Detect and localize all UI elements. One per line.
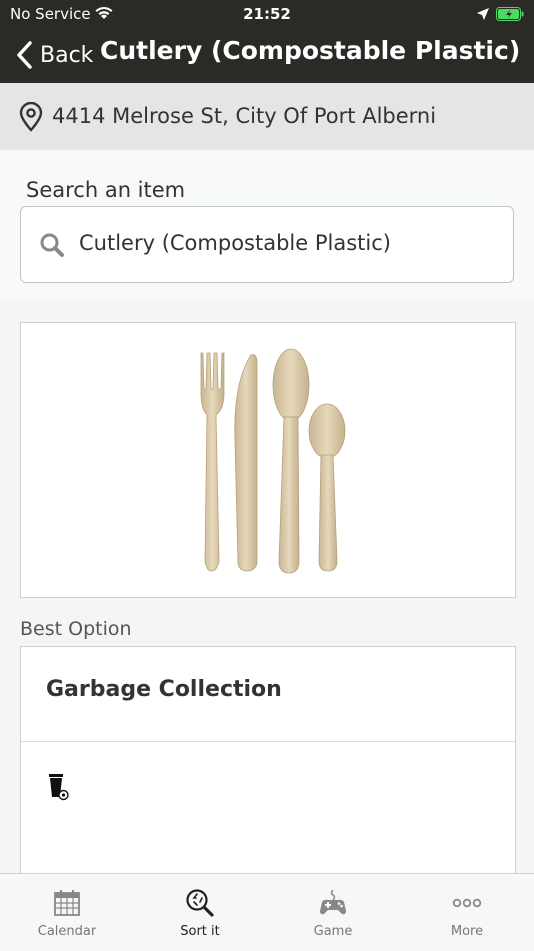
tab-game-label: Game (313, 924, 353, 939)
navigation-bar: Back Cutlery (Compostable Plastic) (0, 28, 534, 83)
fork-graphic (200, 352, 225, 572)
search-icon (40, 233, 64, 257)
address-text: 4414 Melrose St, City Of Port Alberni (52, 104, 437, 128)
tab-sort-it[interactable]: Sort it (133, 874, 267, 951)
battery-icon (496, 7, 524, 21)
best-option-label: Best Option (20, 618, 132, 640)
item-image (20, 322, 516, 598)
tab-sort-it-label: Sort it (180, 924, 220, 939)
garbage-bin-icon (49, 774, 69, 801)
search-value: Cutlery (Compostable Plastic) (79, 231, 391, 255)
location-arrow-icon (477, 8, 489, 20)
map-pin-icon (19, 102, 43, 132)
spoon-large-graphic (272, 348, 310, 574)
clock: 21:52 (243, 5, 291, 23)
spoon-small-graphic (308, 403, 346, 572)
knife-graphic (234, 354, 258, 572)
back-label: Back (40, 42, 94, 68)
search-input[interactable]: Cutlery (Compostable Plastic) (20, 206, 514, 283)
tab-calendar-label: Calendar (37, 924, 97, 939)
disposal-method-title: Garbage Collection (46, 677, 282, 702)
tab-game[interactable]: Game (266, 874, 400, 951)
more-dots-icon (452, 898, 482, 908)
sort-search-icon (186, 889, 214, 917)
tab-more[interactable]: More (400, 874, 534, 951)
location-bar[interactable]: 4414 Melrose St, City Of Port Alberni (0, 83, 534, 150)
divider (21, 741, 515, 742)
cutlery-illustration (200, 348, 346, 574)
search-label: Search an item (26, 178, 186, 202)
tab-calendar[interactable]: Calendar (0, 874, 134, 951)
game-controller-icon (320, 889, 346, 915)
search-section: Search an item Cutlery (Compostable Plas… (0, 150, 534, 298)
calendar-icon (54, 890, 80, 916)
main-content: Search an item Cutlery (Compostable Plas… (0, 150, 534, 877)
chevron-left-icon (17, 41, 32, 69)
best-option-card[interactable]: Garbage Collection (20, 646, 516, 877)
status-bar: No Service 21:52 (0, 0, 534, 28)
tab-more-label: More (450, 924, 484, 939)
tab-bar: Calendar Sort it Game More (0, 873, 534, 951)
back-button[interactable]: Back (14, 38, 93, 72)
page-title: Cutlery (Compostable Plastic) (100, 36, 521, 65)
